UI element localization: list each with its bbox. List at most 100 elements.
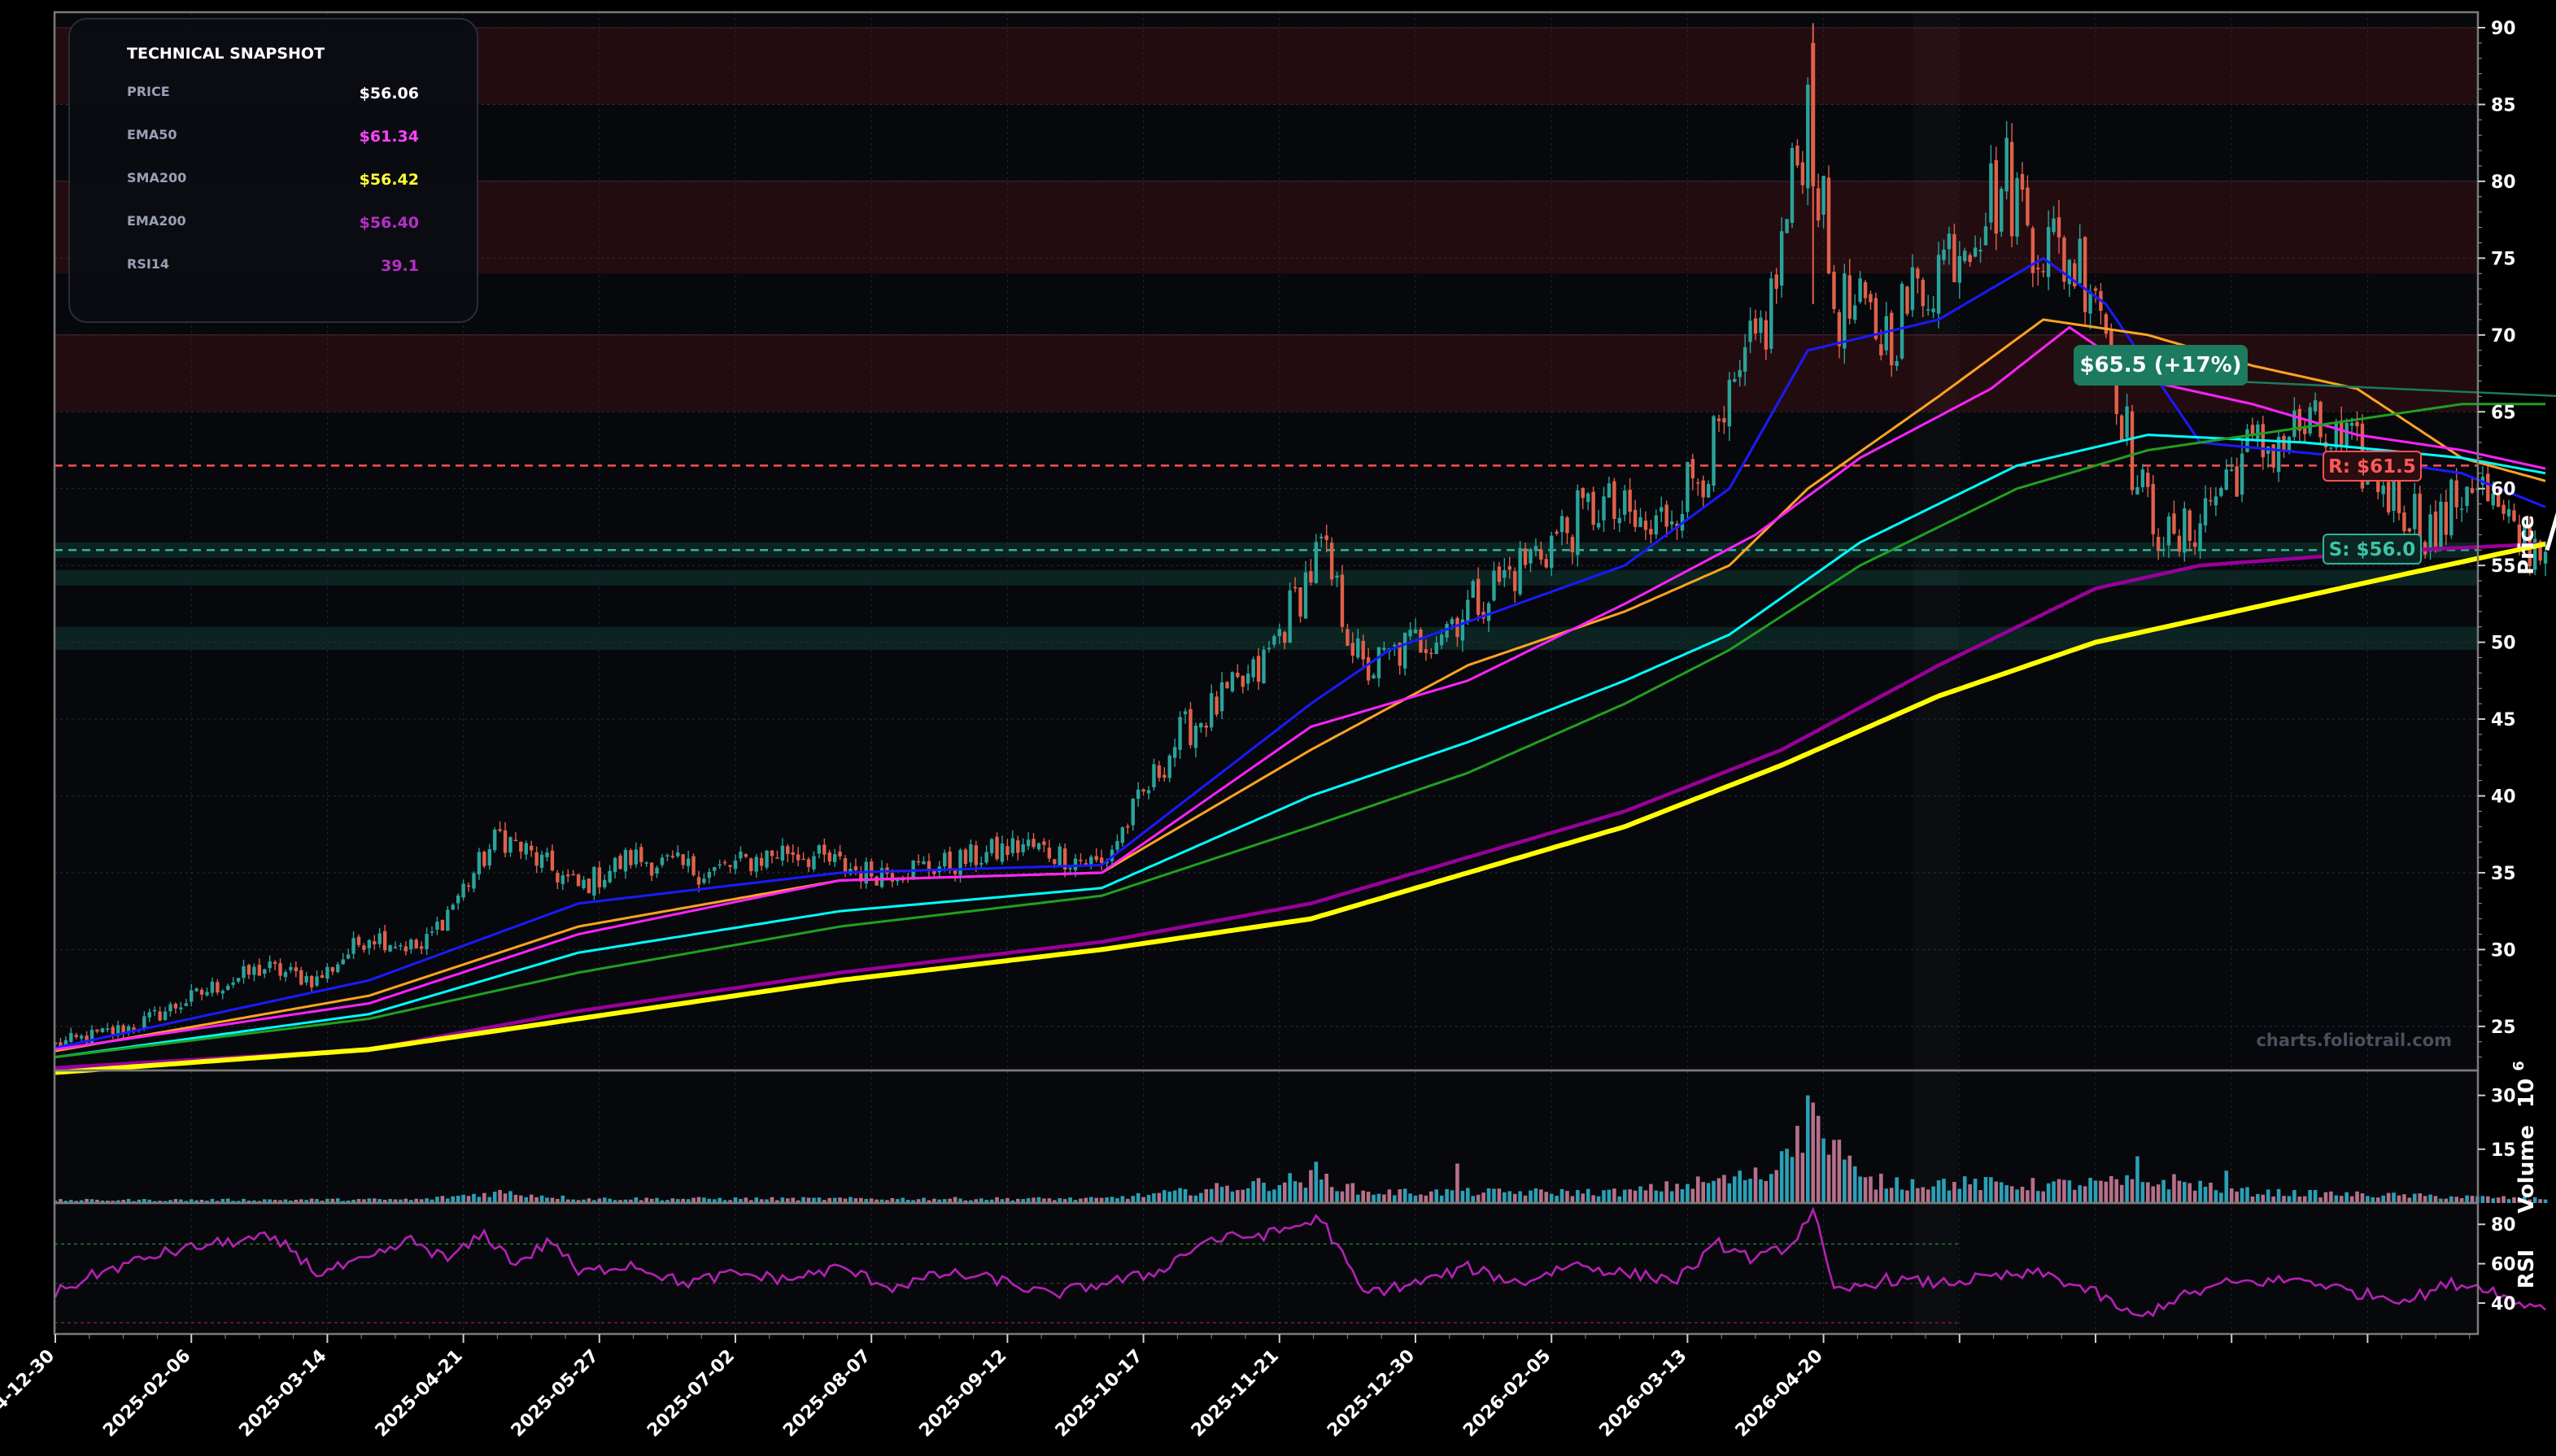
candle-body-35 (236, 978, 241, 982)
candle-body-278 (1507, 566, 1511, 570)
volume-bar-268 (1455, 1163, 1459, 1203)
candle-body-29 (205, 992, 209, 996)
candle-body-168 (932, 870, 936, 874)
volume-bar-285 (1544, 1192, 1549, 1203)
candle-body-142 (796, 854, 800, 861)
volume-bar-364 (1957, 1188, 1962, 1203)
candle-body-145 (812, 856, 816, 870)
date-tick-label-5: 2025-07-02 (643, 1346, 739, 1441)
volume-bar-436 (2334, 1195, 2339, 1203)
candle-body-220 (1204, 725, 1208, 728)
volume-bar-322 (1738, 1170, 1743, 1203)
volume-bar-304 (1643, 1190, 1648, 1203)
volume-bar-423 (2266, 1189, 2270, 1203)
candle-body-373 (2004, 137, 2009, 192)
volume-bar-307 (1659, 1191, 1664, 1203)
candle-body-234 (1277, 629, 1281, 637)
candle-body-253 (1376, 647, 1381, 678)
price-tick-label-12: 85 (2491, 95, 2516, 116)
candle-body-43 (278, 963, 282, 976)
volume-bar-291 (1576, 1190, 1580, 1203)
volume-bar-282 (1529, 1190, 1533, 1203)
volume-bar-437 (2339, 1196, 2344, 1203)
candle-body-3 (69, 1033, 73, 1042)
volume-bar-428 (2292, 1190, 2296, 1203)
volume-bar-382 (2052, 1181, 2056, 1203)
volume-bar-230 (1256, 1178, 1261, 1203)
candle-body-9 (100, 1028, 105, 1032)
volume-bar-298 (1612, 1188, 1616, 1203)
volume-bar-383 (2057, 1179, 2061, 1203)
snapshot-value-price: $56.06 (360, 85, 419, 102)
volume-bar-228 (1245, 1188, 1250, 1203)
volume-bar-417 (2235, 1191, 2239, 1203)
volume-bar-239 (1303, 1188, 1308, 1203)
candle-body-281 (1523, 548, 1528, 565)
volume-bar-348 (1873, 1189, 1878, 1203)
candle-body-343 (1847, 275, 1852, 319)
candle-body-377 (2026, 187, 2030, 225)
volume-bar-243 (1324, 1173, 1328, 1203)
volume-bar-390 (2093, 1180, 2098, 1203)
volume-bar-215 (1178, 1188, 1182, 1203)
candle-body-23 (173, 1004, 178, 1009)
candle-body-86 (503, 830, 508, 853)
price-tick-label-10: 75 (2491, 249, 2516, 269)
candle-body-137 (770, 850, 774, 857)
candle-body-279 (1512, 571, 1517, 591)
candle-body-218 (1193, 726, 1198, 748)
candle-body-136 (765, 850, 769, 868)
snapshot-label-ema200: EMA200 (127, 213, 186, 229)
candle-body-70 (419, 946, 424, 949)
volume-bar-270 (1466, 1188, 1470, 1203)
candle-body-433 (2318, 401, 2323, 438)
volume-bar-413 (2214, 1190, 2218, 1203)
candle-body-128 (722, 861, 727, 864)
candle-body-357 (1921, 279, 1925, 307)
candle-body-299 (1617, 517, 1621, 524)
date-tick-label-4: 2025-05-27 (508, 1346, 603, 1441)
candle-body-232 (1267, 647, 1271, 650)
volume-bar-316 (1706, 1183, 1711, 1203)
candle-body-287 (1555, 531, 1559, 534)
candle-body-408 (2187, 510, 2192, 541)
volume-bar-354 (1905, 1190, 1909, 1203)
volume-bar-258 (1402, 1188, 1407, 1203)
candle-body-30 (210, 981, 215, 993)
candle-body-337 (1816, 188, 1821, 221)
volume-bar-334 (1800, 1153, 1805, 1203)
volume-bar-434 (2323, 1192, 2328, 1203)
volume-bar-397 (2130, 1179, 2135, 1203)
candle-body-469 (2506, 508, 2511, 517)
candle-body-175 (969, 844, 973, 863)
volume-bar-249 (1355, 1194, 1360, 1203)
volume-bar-353 (1900, 1189, 1904, 1203)
candle-body-249 (1356, 638, 1360, 658)
volume-bar-85 (498, 1189, 502, 1203)
candle-body-314 (1696, 482, 1700, 484)
volume-bar-400 (2146, 1182, 2150, 1203)
candle-body-179 (989, 839, 994, 853)
candle-body-362 (1947, 233, 1952, 250)
candle-body-319 (1722, 417, 1726, 423)
volume-bar-375 (2015, 1189, 2019, 1203)
candle-body-349 (1879, 344, 1883, 355)
candle-body-97 (560, 875, 565, 884)
volume-bar-416 (2229, 1188, 2234, 1203)
candle-body-379 (2036, 268, 2040, 270)
recent-highlight (1913, 12, 1958, 1334)
volume-bar-462 (2470, 1196, 2475, 1203)
volume-bar-265 (1439, 1195, 1444, 1203)
candle-body-265 (1439, 634, 1444, 646)
volume-bar-464 (2480, 1196, 2485, 1203)
candle-body-55 (341, 959, 345, 965)
volume-bar-340 (1832, 1140, 1836, 1203)
candle-body-37 (246, 965, 251, 975)
candle-body-440 (2355, 421, 2359, 427)
candle-body-439 (2349, 422, 2354, 426)
candle-body-270 (1466, 599, 1470, 622)
candle-body-118 (670, 856, 675, 857)
volume-bar-332 (1790, 1157, 1795, 1203)
snapshot-title: TECHNICAL SNAPSHOT (127, 45, 325, 63)
candle-body-452 (2418, 493, 2422, 540)
